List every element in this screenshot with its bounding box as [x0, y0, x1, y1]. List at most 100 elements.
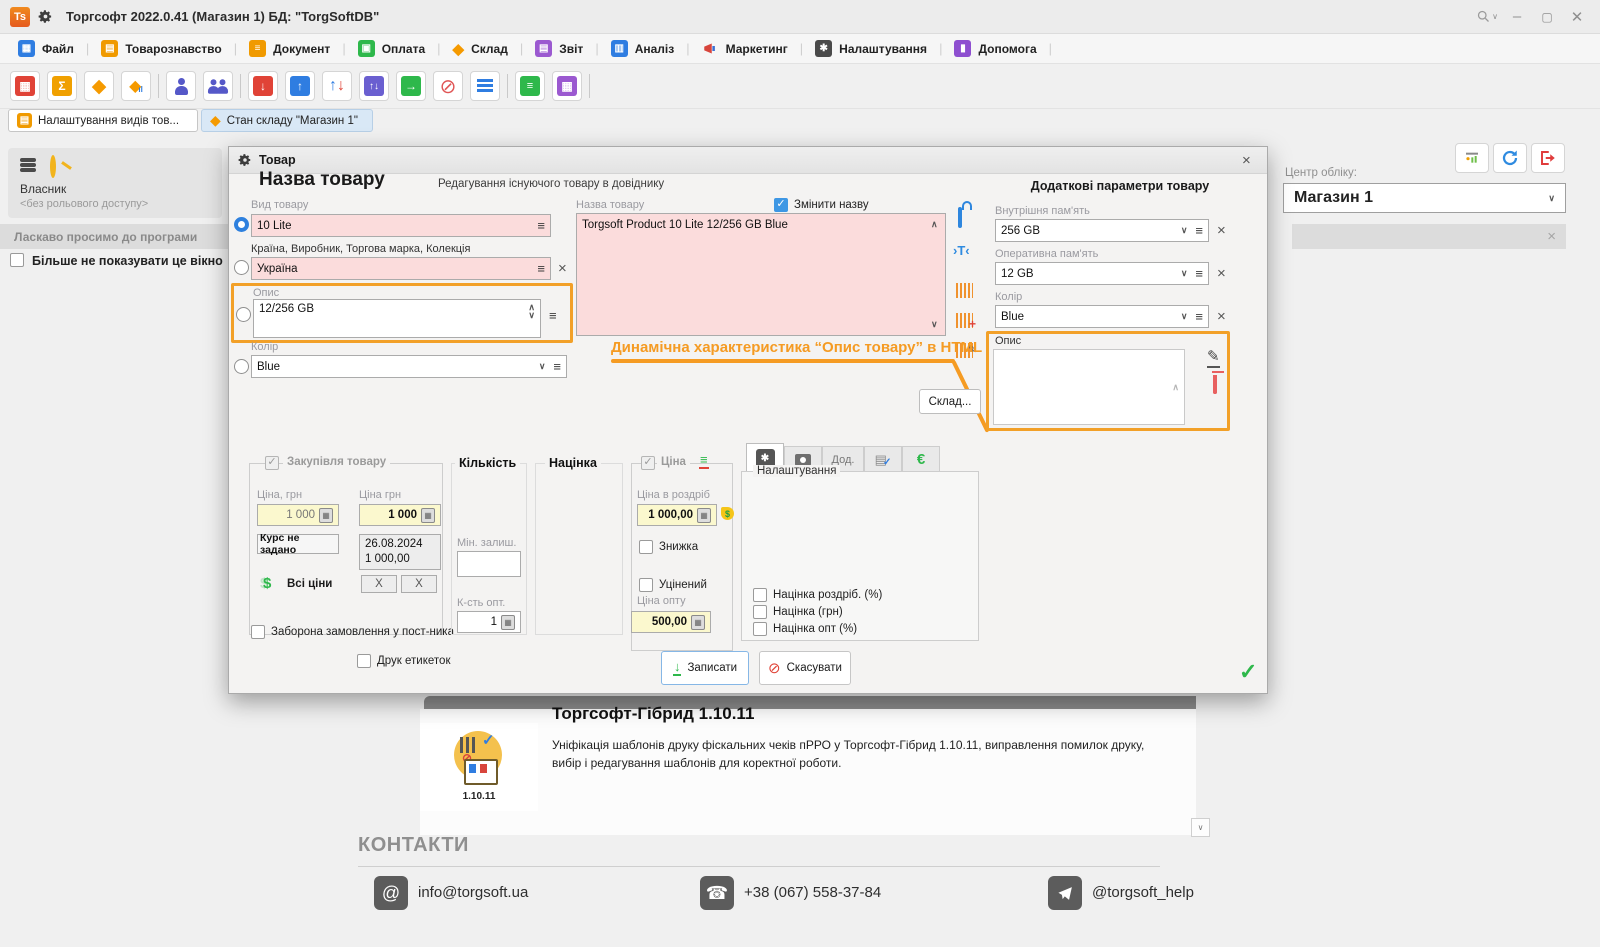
opt-qty-field[interactable]: 1 ▦	[457, 611, 521, 633]
name-field[interactable]: Torgsoft Product 10 Lite 12/256 GB Blue	[576, 213, 946, 336]
toolbar-move-button[interactable]: →	[396, 71, 426, 101]
minimize-button[interactable]: –	[1502, 6, 1532, 28]
toolbar-exchange-button[interactable]: ↑↓	[322, 71, 352, 101]
extra-description-field[interactable]: ∧	[993, 349, 1185, 425]
confirm-check-icon[interactable]: ✓	[1239, 659, 1257, 685]
text-fit-icon[interactable]: ›T‹	[953, 243, 970, 258]
wholesale-price-field[interactable]: 500,00 ▦	[631, 611, 711, 633]
menu-file[interactable]: ▦Файл	[14, 38, 78, 59]
min-stock-field[interactable]	[457, 551, 521, 577]
retail-price-field[interactable]: 1 000,00 ▦	[637, 504, 717, 526]
calculator-icon[interactable]: ▦	[319, 508, 333, 523]
ban-order-checkbox[interactable]	[251, 625, 265, 639]
country-clear-icon[interactable]: ×	[558, 261, 567, 276]
account-center-select[interactable]: Магазин 1 ∨	[1283, 183, 1566, 213]
rename-checkbox[interactable]: ✓	[774, 198, 788, 212]
price-checkbox[interactable]: ✓	[641, 456, 655, 470]
toolbar-stock-button[interactable]: ◆	[84, 71, 114, 101]
kind-radio[interactable]	[234, 217, 249, 232]
internal-memory-clear-icon[interactable]: ×	[1217, 223, 1226, 238]
dialog-close-icon[interactable]: ×	[1242, 153, 1251, 168]
markup-opt-checkbox[interactable]	[753, 622, 767, 636]
exit-button[interactable]	[1531, 143, 1565, 173]
markup-retail-checkbox[interactable]	[753, 588, 767, 602]
toolbar-income-button[interactable]: ↓	[248, 71, 278, 101]
settings-tab-doc-check[interactable]: ▤✓	[864, 446, 902, 473]
scroll-down-button[interactable]: ∨	[1191, 818, 1210, 837]
lock-icon[interactable]	[958, 207, 962, 228]
menu-report[interactable]: ▤Звіт	[531, 38, 587, 59]
menu-marketing[interactable]: Маркетинг	[698, 39, 792, 58]
tab-goods-types[interactable]: ▤ Налаштування видів тов...	[8, 109, 198, 132]
calculator-icon[interactable]: ▦	[501, 615, 515, 630]
refresh-button[interactable]	[1493, 143, 1527, 173]
list-icon[interactable]: ≡	[553, 360, 561, 373]
kind-field[interactable]: 10 Lite ≡	[251, 214, 551, 237]
dont-show-checkbox[interactable]	[10, 253, 24, 267]
toolbar-sum-button[interactable]: Σ	[47, 71, 77, 101]
toolbar-transfer-button[interactable]: ↑↓	[359, 71, 389, 101]
chevron-down-icon[interactable]: ∨	[1181, 311, 1188, 322]
search-button[interactable]: ∨	[1472, 6, 1502, 28]
list-icon[interactable]: ≡	[537, 219, 545, 232]
internal-memory-field[interactable]: 256 GB ∨ ≡	[995, 219, 1209, 242]
country-radio[interactable]	[234, 260, 249, 275]
menu-document[interactable]: ≡Документ	[245, 38, 334, 59]
toolbar-list-button[interactable]	[470, 71, 500, 101]
toolbar-cashregister-button[interactable]: ▦	[552, 71, 582, 101]
price-tag-icon[interactable]: $	[721, 507, 734, 520]
scroll-up-icon[interactable]: ∧	[931, 219, 938, 230]
calculator-icon[interactable]: ▦	[691, 615, 705, 630]
discount-checkbox[interactable]	[639, 540, 653, 554]
menu-warehouse[interactable]: ◆Склад	[449, 38, 512, 60]
calculator-icon[interactable]: ▦	[697, 508, 711, 523]
menu-goods[interactable]: ▤Товарознавство	[97, 38, 225, 59]
spin-up-icon[interactable]: ∧	[1172, 382, 1179, 393]
markdown-checkbox[interactable]	[639, 578, 653, 592]
markup-uah-checkbox[interactable]	[753, 605, 767, 619]
welcome-close-icon[interactable]: ×	[1547, 229, 1556, 244]
description-field[interactable]: 12/256 GB ∧ ∨	[253, 299, 541, 338]
all-prices-icon[interactable]: $	[263, 575, 271, 592]
barcode-icon[interactable]	[956, 283, 973, 298]
country-field[interactable]: Україна ≡	[251, 257, 551, 280]
toolbar-greendoc-button[interactable]: ≡	[515, 71, 545, 101]
scroll-down-icon[interactable]: ∨	[931, 319, 938, 330]
menu-payment[interactable]: ▣Оплата	[354, 38, 429, 59]
chevron-down-icon[interactable]: ∨	[1181, 225, 1188, 236]
color-radio[interactable]	[234, 359, 249, 374]
calculator-icon[interactable]: ▦	[421, 508, 435, 523]
toolbar-outcome-button[interactable]: ↑	[285, 71, 315, 101]
news-scroll-bar[interactable]	[424, 696, 1196, 709]
toolbar-calendar-button[interactable]: ▦	[10, 71, 40, 101]
toolbar-stock-report-button[interactable]: ◆ıl	[121, 71, 151, 101]
toolbar-staff-button[interactable]	[203, 71, 233, 101]
purchase-price-field[interactable]: 1 000 ▦	[257, 504, 339, 526]
edit-description-icon[interactable]: ✎	[1207, 347, 1220, 368]
report-settings-button[interactable]	[1455, 143, 1489, 173]
tab-warehouse-state[interactable]: ◆ Стан складу "Магазин 1"	[201, 109, 373, 132]
purchase-price2-field[interactable]: 1 000 ▦	[359, 504, 441, 526]
list-icon[interactable]: ≡	[1195, 267, 1203, 280]
menu-help[interactable]: ▮Допомога	[950, 38, 1040, 59]
list-icon[interactable]: ≡	[537, 262, 545, 275]
list-icon[interactable]: ≡	[549, 309, 557, 322]
list-icon[interactable]: ≡	[1195, 310, 1203, 323]
cancel-button[interactable]: ⊘ Скасувати	[759, 651, 851, 685]
toolbar-cancel-button[interactable]: ⊘	[433, 71, 463, 101]
menu-settings[interactable]: ✱Налаштування	[811, 38, 931, 59]
extra-color-field[interactable]: Blue ∨ ≡	[995, 305, 1209, 328]
print-labels-checkbox[interactable]	[357, 654, 371, 668]
list-icon[interactable]: ≡	[1195, 224, 1203, 237]
extra-color-clear-icon[interactable]: ×	[1217, 309, 1226, 324]
ram-field[interactable]: 12 GB ∨ ≡	[995, 262, 1209, 285]
color-field[interactable]: Blue ∨ ≡	[251, 355, 567, 378]
delete-description-icon[interactable]	[1213, 375, 1217, 394]
close-button[interactable]: ✕	[1562, 6, 1592, 28]
ram-clear-icon[interactable]: ×	[1217, 266, 1226, 281]
save-button[interactable]: ↓ Записати	[661, 651, 749, 685]
chevron-down-icon[interactable]: ∨	[1181, 268, 1188, 279]
spin-down-icon[interactable]: ∨	[528, 311, 535, 319]
purchase-checkbox[interactable]: ✓	[265, 456, 279, 470]
menu-analysis[interactable]: ▥Аналіз	[607, 38, 679, 59]
